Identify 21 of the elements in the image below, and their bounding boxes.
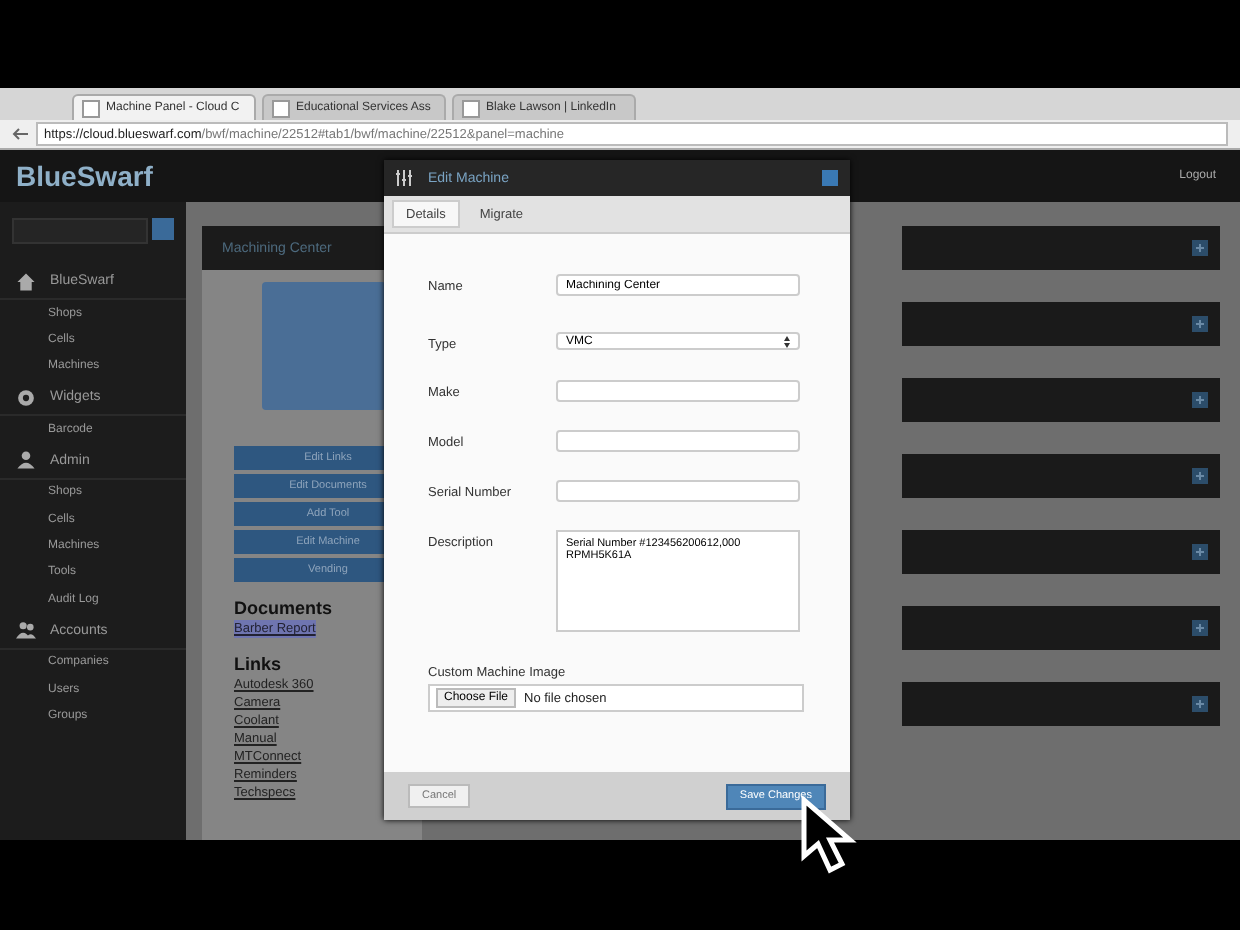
expand-icon[interactable] <box>1192 240 1208 256</box>
text-field[interactable] <box>556 480 800 502</box>
section-heading: Documents <box>234 598 335 618</box>
expand-icon[interactable] <box>1192 468 1208 484</box>
gear-icon <box>16 387 36 408</box>
person-icon <box>16 450 36 471</box>
expand-icon[interactable] <box>1192 316 1208 332</box>
home-icon <box>16 271 36 291</box>
photo-placeholder <box>262 282 386 410</box>
sliders-icon <box>396 170 416 186</box>
logo: BlueSwarf <box>16 160 153 192</box>
expand-icon[interactable] <box>1192 392 1208 408</box>
people-icon <box>16 620 36 641</box>
expand-icon[interactable] <box>1192 696 1208 712</box>
text-field[interactable] <box>556 380 800 402</box>
expand-icon[interactable] <box>1192 620 1208 636</box>
back-icon[interactable] <box>12 128 28 140</box>
text-field[interactable] <box>556 430 800 452</box>
section-heading: Links <box>234 654 284 674</box>
updown-arrows-icon <box>784 335 790 347</box>
expand-icon[interactable] <box>1192 544 1208 560</box>
